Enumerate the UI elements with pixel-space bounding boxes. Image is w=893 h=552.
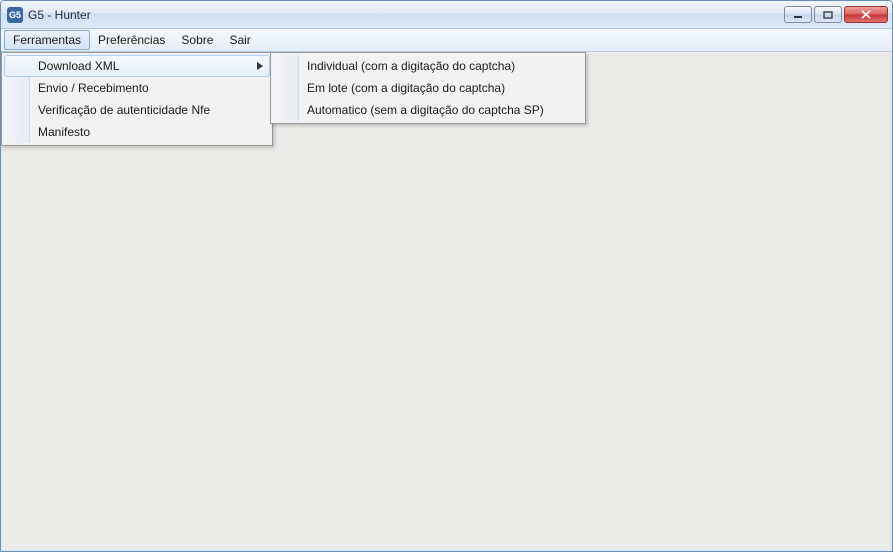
sub-item-automatico[interactable]: Automatico (sem a digitação do captcha S…	[273, 99, 583, 121]
app-icon: G5	[7, 7, 23, 23]
titlebar[interactable]: G5 G5 - Hunter	[1, 1, 892, 29]
maximize-button[interactable]	[814, 6, 842, 23]
menu-ferramentas[interactable]: Ferramentas	[4, 30, 90, 50]
maximize-icon	[823, 11, 833, 19]
app-window: G5 G5 - Hunter Ferramentas Preferências …	[0, 0, 893, 552]
minimize-button[interactable]	[784, 6, 812, 23]
close-icon	[860, 10, 872, 19]
dropdown-ferramentas: Download XML Envio / Recebimento Verific…	[1, 52, 273, 146]
sub-item-label: Automatico (sem a digitação do captcha S…	[307, 103, 544, 117]
menu-sair[interactable]: Sair	[221, 29, 258, 51]
submenu-arrow-icon	[257, 59, 263, 73]
sub-item-label: Em lote (com a digitação do captcha)	[307, 81, 505, 95]
content-area: Download XML Envio / Recebimento Verific…	[1, 52, 892, 551]
menu-sobre[interactable]: Sobre	[173, 29, 221, 51]
minimize-icon	[793, 11, 803, 19]
dd-item-verificacao-nfe[interactable]: Verificação de autenticidade Nfe	[4, 99, 270, 121]
menu-preferencias[interactable]: Preferências	[90, 29, 173, 51]
dd-item-envio-recebimento[interactable]: Envio / Recebimento	[4, 77, 270, 99]
menubar: Ferramentas Preferências Sobre Sair	[1, 29, 892, 52]
dd-item-download-xml[interactable]: Download XML	[4, 55, 270, 77]
dd-item-label: Manifesto	[38, 125, 90, 139]
sub-item-em-lote[interactable]: Em lote (com a digitação do captcha)	[273, 77, 583, 99]
window-title: G5 - Hunter	[28, 8, 784, 22]
dd-item-label: Envio / Recebimento	[38, 81, 149, 95]
dd-item-label: Verificação de autenticidade Nfe	[38, 103, 210, 117]
dd-item-manifesto[interactable]: Manifesto	[4, 121, 270, 143]
window-controls	[784, 6, 888, 23]
dd-item-label: Download XML	[38, 59, 119, 73]
sub-item-label: Individual (com a digitação do captcha)	[307, 59, 515, 73]
close-button[interactable]	[844, 6, 888, 23]
sub-item-individual[interactable]: Individual (com a digitação do captcha)	[273, 55, 583, 77]
submenu-download-xml: Individual (com a digitação do captcha) …	[270, 52, 586, 124]
